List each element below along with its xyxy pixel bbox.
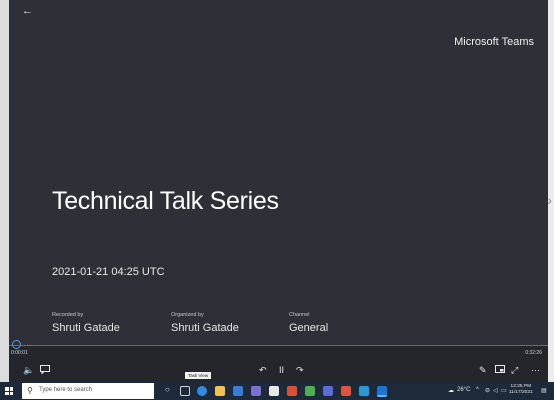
store-icon[interactable]	[269, 386, 279, 396]
task-view-icon[interactable]	[180, 386, 190, 396]
battery-icon[interactable]: ▭	[501, 387, 507, 394]
recorded-by: Recorded by Shruti Gatade	[52, 312, 120, 334]
forward-icon[interactable]: ↷	[296, 365, 304, 376]
progress-bar[interactable]	[9, 345, 548, 346]
clock-date: 11/17/2021	[509, 390, 533, 395]
windows-start-icon[interactable]	[5, 387, 13, 395]
organized-by-value: Shruti Gatade	[171, 322, 239, 334]
brand-label: Microsoft Teams	[454, 36, 534, 48]
volume-icon[interactable]: 🔈	[23, 365, 34, 376]
app-icon[interactable]	[323, 386, 333, 396]
active-app-icon[interactable]	[377, 386, 387, 397]
left-edge	[0, 0, 9, 400]
picture-in-picture-icon[interactable]	[495, 365, 505, 375]
video-title: Technical Talk Series	[52, 187, 279, 215]
captions-icon[interactable]	[40, 365, 50, 376]
edit-icon[interactable]: ✎	[479, 365, 487, 376]
recorded-by-label: Recorded by	[52, 312, 84, 318]
video-datetime: 2021-01-21 04:25 UTC	[52, 266, 165, 278]
notifications-icon[interactable]: ▤	[541, 387, 547, 394]
weather-icon[interactable]: ☁	[448, 387, 454, 394]
pause-icon[interactable]: II	[279, 365, 284, 375]
word-icon[interactable]	[359, 386, 369, 396]
excel-icon[interactable]	[305, 386, 315, 396]
current-time: 0:00:01	[11, 350, 28, 356]
search-icon: ⚲	[27, 386, 33, 395]
fullscreen-icon[interactable]: ⤢	[511, 365, 518, 376]
progress-knob[interactable]	[12, 340, 21, 349]
back-arrow-icon[interactable]: ←	[22, 5, 33, 17]
organized-by-label: Organized by	[171, 312, 204, 318]
cortana-icon[interactable]: ○	[165, 385, 170, 394]
video-stage[interactable]: ← Microsoft Teams Technical Talk Series …	[9, 0, 548, 345]
taskbar-search-input[interactable]: ⚲ Type here to search	[22, 383, 154, 399]
total-time: 0:32:26	[525, 350, 542, 356]
search-placeholder: Type here to search	[39, 387, 93, 393]
chrome-profile-icon[interactable]	[341, 386, 351, 396]
chrome-icon[interactable]	[287, 386, 297, 396]
next-chevron-icon[interactable]: ›	[547, 192, 552, 208]
rewind-icon[interactable]: ↶	[259, 365, 267, 376]
speaker-icon[interactable]: ◁	[493, 387, 498, 394]
channel: Channel General	[289, 312, 328, 334]
file-explorer-icon[interactable]	[215, 386, 225, 396]
channel-value: General	[289, 322, 329, 334]
player-controls: 0:00:01 0:32:26 🔈 ↶ II ↷ Task View ✎ ⤢ ·…	[9, 340, 548, 382]
photos-app-icon[interactable]	[233, 386, 243, 396]
channel-label: Channel	[289, 312, 310, 318]
more-options-icon[interactable]: ···	[531, 365, 540, 375]
recorded-by-value: Shruti Gatade	[52, 322, 120, 334]
network-icon[interactable]: ⊖	[485, 387, 490, 394]
windows-taskbar: ⚲ Type here to search ○ ☁ 26°C ^ ⊖ ◁ ▭ 1…	[0, 382, 554, 400]
weather-temp[interactable]: 26°C	[457, 387, 470, 393]
teams-icon[interactable]	[251, 386, 261, 396]
tray-chevron-icon[interactable]: ^	[476, 387, 479, 393]
organized-by: Organized by Shruti Gatade	[171, 312, 239, 334]
task-view-tooltip: Task View	[185, 372, 212, 379]
taskbar-clock[interactable]: 12:25 PM 11/17/2021	[509, 384, 533, 396]
edge-browser-icon[interactable]	[197, 386, 207, 396]
